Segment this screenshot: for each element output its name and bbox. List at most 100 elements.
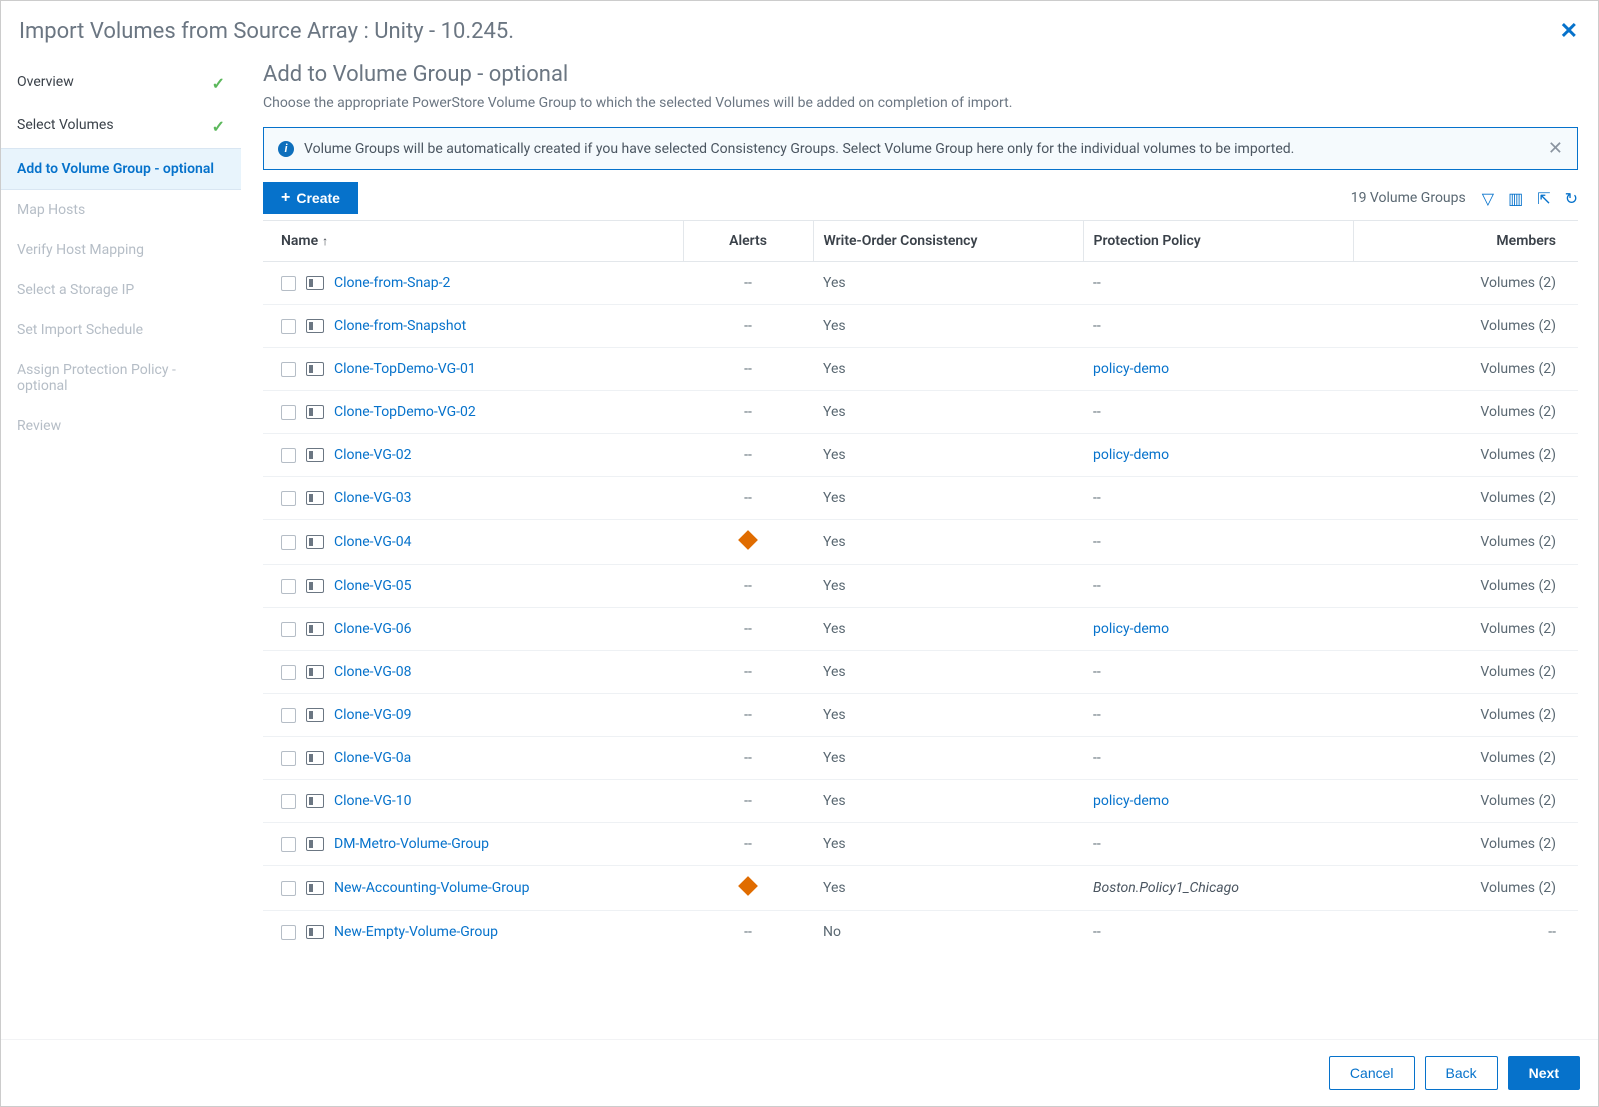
row-checkbox[interactable]	[281, 491, 296, 506]
row-checkbox[interactable]	[281, 665, 296, 680]
columns-icon[interactable]: ▥	[1508, 189, 1523, 208]
volume-group-link[interactable]: Clone-VG-09	[334, 707, 412, 723]
wizard-step-2[interactable]: Add to Volume Group - optional	[1, 148, 241, 190]
policy-cell: policy-demo	[1083, 434, 1353, 477]
wizard-step-4: Verify Host Mapping	[1, 230, 241, 270]
column-header-woc[interactable]: Write-Order Consistency	[813, 221, 1083, 262]
volume-group-icon	[306, 448, 324, 462]
row-checkbox[interactable]	[281, 276, 296, 291]
create-button[interactable]: + Create	[263, 182, 358, 214]
row-checkbox[interactable]	[281, 535, 296, 550]
volume-group-link[interactable]: DM-Metro-Volume-Group	[334, 836, 489, 852]
policy-link[interactable]: policy-demo	[1093, 361, 1169, 377]
wizard-step-0[interactable]: Overview✓	[1, 62, 241, 105]
volume-group-link[interactable]: Clone-VG-05	[334, 578, 412, 594]
wizard-step-1[interactable]: Select Volumes✓	[1, 105, 241, 148]
woc-cell: Yes	[813, 520, 1083, 565]
row-checkbox[interactable]	[281, 837, 296, 852]
table-row: Clone-VG-06--Yespolicy-demoVolumes (2)	[263, 608, 1578, 651]
woc-cell: Yes	[813, 694, 1083, 737]
volume-group-link[interactable]: Clone-TopDemo-VG-01	[334, 361, 476, 377]
row-checkbox[interactable]	[281, 751, 296, 766]
policy-link[interactable]: policy-demo	[1093, 621, 1169, 637]
alerts-cell: --	[683, 262, 813, 305]
policy-cell: --	[1083, 651, 1353, 694]
volume-group-link[interactable]: Clone-TopDemo-VG-02	[334, 404, 476, 420]
policy-cell: policy-demo	[1083, 780, 1353, 823]
woc-cell: Yes	[813, 348, 1083, 391]
row-checkbox[interactable]	[281, 622, 296, 637]
volume-group-link[interactable]: Clone-from-Snapshot	[334, 318, 466, 334]
sort-ascending-icon: ↑	[322, 234, 328, 248]
row-checkbox[interactable]	[281, 925, 296, 940]
volume-group-link[interactable]: New-Empty-Volume-Group	[334, 924, 498, 940]
row-checkbox[interactable]	[281, 319, 296, 334]
column-header-policy[interactable]: Protection Policy	[1083, 221, 1353, 262]
row-checkbox[interactable]	[281, 794, 296, 809]
volume-group-icon	[306, 622, 324, 636]
alerts-cell	[683, 866, 813, 911]
checkmark-icon: ✓	[212, 117, 225, 136]
volume-group-link[interactable]: Clone-VG-03	[334, 490, 412, 506]
close-icon[interactable]: ✕	[1560, 19, 1578, 44]
banner-close-icon[interactable]: ✕	[1548, 138, 1563, 159]
volume-group-link[interactable]: Clone-VG-10	[334, 793, 412, 809]
woc-cell: Yes	[813, 565, 1083, 608]
policy-link[interactable]: policy-demo	[1093, 793, 1169, 809]
filter-icon[interactable]: ▽	[1482, 189, 1494, 208]
policy-link[interactable]: policy-demo	[1093, 447, 1169, 463]
column-header-members[interactable]: Members	[1353, 221, 1578, 262]
volume-group-icon	[306, 751, 324, 765]
row-checkbox[interactable]	[281, 708, 296, 723]
volume-group-icon	[306, 794, 324, 808]
wizard-step-label: Overview	[17, 74, 74, 90]
cancel-button[interactable]: Cancel	[1329, 1056, 1415, 1090]
table-row: Clone-VG-02--Yespolicy-demoVolumes (2)	[263, 434, 1578, 477]
tool-icons: ▽ ▥ ⇱ ↻	[1482, 189, 1578, 208]
wizard-step-5: Select a Storage IP	[1, 270, 241, 310]
wizard-step-6: Set Import Schedule	[1, 310, 241, 350]
row-checkbox[interactable]	[281, 448, 296, 463]
members-cell: Volumes (2)	[1353, 651, 1578, 694]
policy-cell: --	[1083, 823, 1353, 866]
volume-group-link[interactable]: New-Accounting-Volume-Group	[334, 880, 529, 896]
policy-cell: --	[1083, 477, 1353, 520]
wizard-step-label: Review	[17, 418, 61, 434]
members-cell: Volumes (2)	[1353, 737, 1578, 780]
row-checkbox[interactable]	[281, 579, 296, 594]
import-wizard-dialog: Import Volumes from Source Array : Unity…	[0, 0, 1599, 1107]
row-checkbox[interactable]	[281, 405, 296, 420]
woc-cell: Yes	[813, 262, 1083, 305]
refresh-icon[interactable]: ↻	[1565, 189, 1578, 208]
back-button[interactable]: Back	[1425, 1056, 1498, 1090]
next-button[interactable]: Next	[1508, 1056, 1580, 1090]
woc-cell: Yes	[813, 608, 1083, 651]
alerts-cell: --	[683, 348, 813, 391]
volume-group-link[interactable]: Clone-VG-08	[334, 664, 412, 680]
wizard-step-label: Add to Volume Group - optional	[17, 161, 214, 177]
alerts-cell: --	[683, 305, 813, 348]
table-container[interactable]: Name↑ Alerts Write-Order Consistency Pro…	[263, 220, 1578, 1039]
row-checkbox[interactable]	[281, 881, 296, 896]
woc-cell: Yes	[813, 477, 1083, 520]
row-checkbox[interactable]	[281, 362, 296, 377]
policy-cell: policy-demo	[1083, 608, 1353, 651]
alerts-cell: --	[683, 391, 813, 434]
column-header-alerts[interactable]: Alerts	[683, 221, 813, 262]
main-content: Add to Volume Group - optional Choose th…	[241, 58, 1598, 1039]
members-cell: Volumes (2)	[1353, 262, 1578, 305]
export-icon[interactable]: ⇱	[1537, 189, 1550, 208]
volume-group-icon	[306, 837, 324, 851]
volume-group-link[interactable]: Clone-VG-0a	[334, 750, 411, 766]
volume-group-link[interactable]: Clone-VG-02	[334, 447, 412, 463]
column-header-name[interactable]: Name↑	[263, 221, 683, 262]
policy-cell: --	[1083, 565, 1353, 608]
volume-group-link[interactable]: Clone-VG-04	[334, 534, 412, 550]
plus-icon: +	[281, 190, 290, 206]
volume-group-link[interactable]: Clone-from-Snap-2	[334, 275, 450, 291]
alerts-cell: --	[683, 565, 813, 608]
volume-group-link[interactable]: Clone-VG-06	[334, 621, 412, 637]
wizard-step-label: Set Import Schedule	[17, 322, 143, 338]
policy-cell: --	[1083, 391, 1353, 434]
wizard-step-8: Review	[1, 406, 241, 446]
